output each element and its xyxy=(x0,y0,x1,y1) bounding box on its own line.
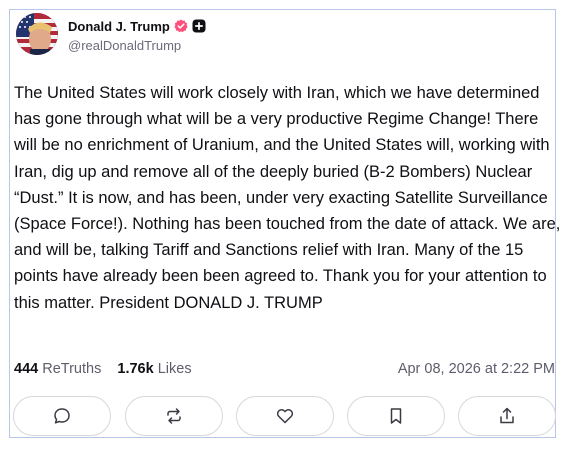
plus-badge-icon xyxy=(192,19,206,33)
heart-icon xyxy=(276,409,294,424)
likes-label[interactable]: Likes xyxy=(158,361,192,377)
retruths-label[interactable]: ReTruths xyxy=(42,361,101,377)
post-body: The United States will work closely with… xyxy=(14,84,561,312)
author-handle[interactable]: @realDonaldTrump xyxy=(68,38,181,53)
post-stats: 444 ReTruths 1.76k Likes Apr 08, 2026 at… xyxy=(14,361,555,381)
retruth-button[interactable] xyxy=(125,396,223,436)
post-timestamp[interactable]: Apr 08, 2026 at 2:22 PM xyxy=(398,361,555,377)
bookmark-icon xyxy=(390,408,402,424)
avatar-image xyxy=(16,13,58,55)
verified-badge-icon xyxy=(174,19,188,33)
action-bar xyxy=(13,396,559,440)
share-icon xyxy=(500,407,514,424)
bookmark-button[interactable] xyxy=(347,396,445,436)
like-button[interactable] xyxy=(236,396,334,436)
post-card: Donald J. Trump @realDonaldTrump The Uni… xyxy=(9,9,560,440)
comment-icon xyxy=(54,408,70,424)
author-row: Donald J. Trump xyxy=(68,17,206,35)
retruths-count[interactable]: 444 xyxy=(14,361,38,377)
retruth-icon xyxy=(167,408,181,424)
share-button[interactable] xyxy=(458,396,556,436)
avatar[interactable] xyxy=(16,13,58,55)
likes-count[interactable]: 1.76k xyxy=(117,361,153,377)
reply-button[interactable] xyxy=(13,396,111,436)
author-name[interactable]: Donald J. Trump xyxy=(68,19,170,34)
